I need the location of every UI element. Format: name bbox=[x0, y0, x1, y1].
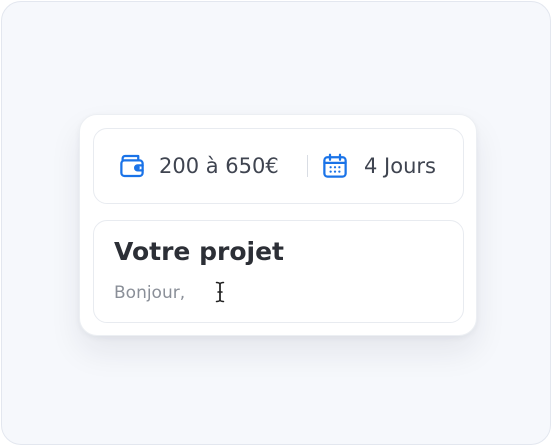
duration-label: 4 Jours bbox=[364, 154, 436, 178]
meta-divider bbox=[307, 155, 308, 177]
text-cursor-icon bbox=[214, 280, 226, 304]
duration-info: 4 Jours bbox=[320, 129, 436, 203]
project-message-input[interactable]: Bonjour, bbox=[114, 283, 185, 303]
project-meta-box: 200 à 650€ 4 Jours bbox=[93, 128, 464, 204]
project-title: Votre projet bbox=[114, 237, 284, 266]
calendar-icon bbox=[320, 151, 350, 181]
project-card: 200 à 650€ 4 Jours Votre projet Bonjour, bbox=[79, 114, 477, 336]
budget-range: 200 à 650€ bbox=[159, 154, 279, 178]
budget-info: 200 à 650€ bbox=[117, 129, 279, 203]
background-panel: 200 à 650€ 4 Jours Votre projet Bonjour, bbox=[1, 1, 551, 445]
wallet-icon bbox=[117, 151, 147, 181]
project-message-box[interactable]: Votre projet Bonjour, bbox=[93, 220, 464, 323]
